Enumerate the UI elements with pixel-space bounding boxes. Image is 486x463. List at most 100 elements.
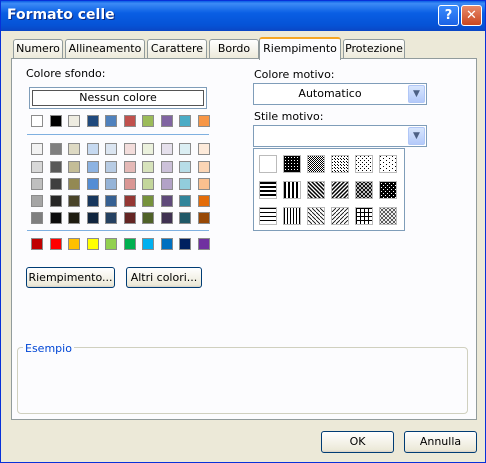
pattern-thick-diagonal-cross[interactable] (379, 181, 397, 199)
color-swatch[interactable] (179, 238, 191, 250)
color-swatch[interactable] (68, 143, 80, 155)
color-swatch[interactable] (123, 178, 136, 190)
color-swatch[interactable] (179, 212, 191, 224)
color-swatch[interactable] (160, 212, 173, 224)
color-swatch[interactable] (86, 161, 99, 173)
color-swatch[interactable] (49, 238, 62, 250)
color-swatch[interactable] (123, 195, 136, 207)
title-bar[interactable]: Formato celle ? ✕ (1, 1, 485, 31)
tab-numero[interactable]: Numero (13, 39, 63, 59)
color-swatch[interactable] (49, 161, 62, 173)
fill-effects-button[interactable]: Riempimento... (26, 267, 115, 288)
color-swatch[interactable] (105, 178, 117, 190)
color-swatch[interactable] (160, 161, 173, 173)
pattern-dense-25[interactable] (331, 155, 349, 173)
pattern-color-select[interactable]: Automatico ▼ (253, 83, 427, 105)
color-swatch[interactable] (86, 238, 99, 250)
color-swatch[interactable] (197, 212, 210, 224)
color-swatch[interactable] (160, 178, 173, 190)
color-swatch[interactable] (123, 143, 136, 155)
color-swatch[interactable] (31, 143, 43, 155)
color-swatch[interactable] (68, 161, 80, 173)
color-swatch[interactable] (86, 195, 99, 207)
pattern-vertical[interactable] (283, 181, 301, 199)
color-swatch[interactable] (123, 238, 136, 250)
color-swatch[interactable] (142, 195, 154, 207)
color-swatch[interactable] (86, 115, 99, 127)
color-swatch[interactable] (123, 212, 136, 224)
pattern-diagonal-up[interactable] (331, 181, 349, 199)
color-swatch[interactable] (142, 143, 154, 155)
color-swatch[interactable] (31, 212, 43, 224)
pattern-thin-diagonal-cross[interactable] (379, 207, 397, 225)
color-swatch[interactable] (160, 238, 173, 250)
color-swatch[interactable] (105, 238, 117, 250)
chevron-down-icon[interactable]: ▼ (408, 127, 425, 145)
color-swatch[interactable] (31, 195, 43, 207)
color-swatch[interactable] (105, 115, 117, 127)
cancel-button[interactable]: Annulla (404, 431, 477, 453)
tab-protezione[interactable]: Protezione (343, 39, 405, 59)
color-swatch[interactable] (105, 212, 117, 224)
color-swatch[interactable] (142, 178, 154, 190)
more-colors-button[interactable]: Altri colori... (126, 267, 202, 288)
color-swatch[interactable] (160, 143, 173, 155)
color-swatch[interactable] (31, 115, 43, 127)
tab-carattere[interactable]: Carattere (147, 39, 207, 59)
color-swatch[interactable] (86, 178, 99, 190)
pattern-dense-50[interactable] (307, 155, 325, 173)
color-swatch[interactable] (197, 238, 210, 250)
pattern-dense-6[interactable] (379, 155, 397, 173)
color-swatch[interactable] (197, 115, 210, 127)
pattern-thin-diagonal-down[interactable] (307, 207, 325, 225)
help-button[interactable]: ? (438, 5, 459, 26)
pattern-horizontal[interactable] (259, 181, 277, 199)
color-swatch[interactable] (31, 161, 43, 173)
color-swatch[interactable] (179, 195, 191, 207)
no-color-button[interactable]: Nessun colore (29, 87, 207, 109)
color-swatch[interactable] (179, 161, 191, 173)
color-swatch[interactable] (105, 161, 117, 173)
color-swatch[interactable] (142, 161, 154, 173)
color-swatch[interactable] (68, 195, 80, 207)
color-swatch[interactable] (197, 195, 210, 207)
color-swatch[interactable] (31, 178, 43, 190)
color-swatch[interactable] (31, 238, 43, 250)
color-swatch[interactable] (68, 178, 80, 190)
close-button[interactable]: ✕ (461, 5, 482, 26)
color-swatch[interactable] (123, 115, 136, 127)
pattern-style-select[interactable]: ▼ (253, 125, 427, 147)
color-swatch[interactable] (49, 115, 62, 127)
color-swatch[interactable] (86, 143, 99, 155)
color-swatch[interactable] (49, 212, 62, 224)
color-swatch[interactable] (142, 115, 154, 127)
color-swatch[interactable] (160, 115, 173, 127)
pattern-thin-grid[interactable] (355, 207, 373, 225)
color-swatch[interactable] (86, 212, 99, 224)
color-swatch[interactable] (197, 178, 210, 190)
tab-bordo[interactable]: Bordo (209, 39, 259, 59)
color-swatch[interactable] (142, 238, 154, 250)
tab-allineamento[interactable]: Allineamento (65, 39, 145, 59)
pattern-dense-12[interactable] (355, 155, 373, 173)
color-swatch[interactable] (179, 115, 191, 127)
pattern-dense-75[interactable] (283, 155, 301, 173)
color-swatch[interactable] (197, 143, 210, 155)
color-swatch[interactable] (68, 212, 80, 224)
chevron-down-icon[interactable]: ▼ (408, 85, 425, 103)
tab-riempimento[interactable]: Riempimento (259, 37, 341, 60)
color-swatch[interactable] (105, 143, 117, 155)
color-swatch[interactable] (197, 161, 210, 173)
color-swatch[interactable] (105, 195, 117, 207)
color-swatch[interactable] (49, 178, 62, 190)
pattern-thin-horizontal[interactable] (259, 207, 277, 225)
color-swatch[interactable] (179, 143, 191, 155)
pattern-diagonal-cross[interactable] (355, 181, 373, 199)
color-swatch[interactable] (49, 143, 62, 155)
color-swatch[interactable] (160, 195, 173, 207)
pattern-diagonal-down[interactable] (307, 181, 325, 199)
color-swatch[interactable] (68, 238, 80, 250)
color-swatch[interactable] (123, 161, 136, 173)
pattern-solid-white[interactable] (259, 155, 277, 173)
pattern-thin-diagonal-up[interactable] (331, 207, 349, 225)
